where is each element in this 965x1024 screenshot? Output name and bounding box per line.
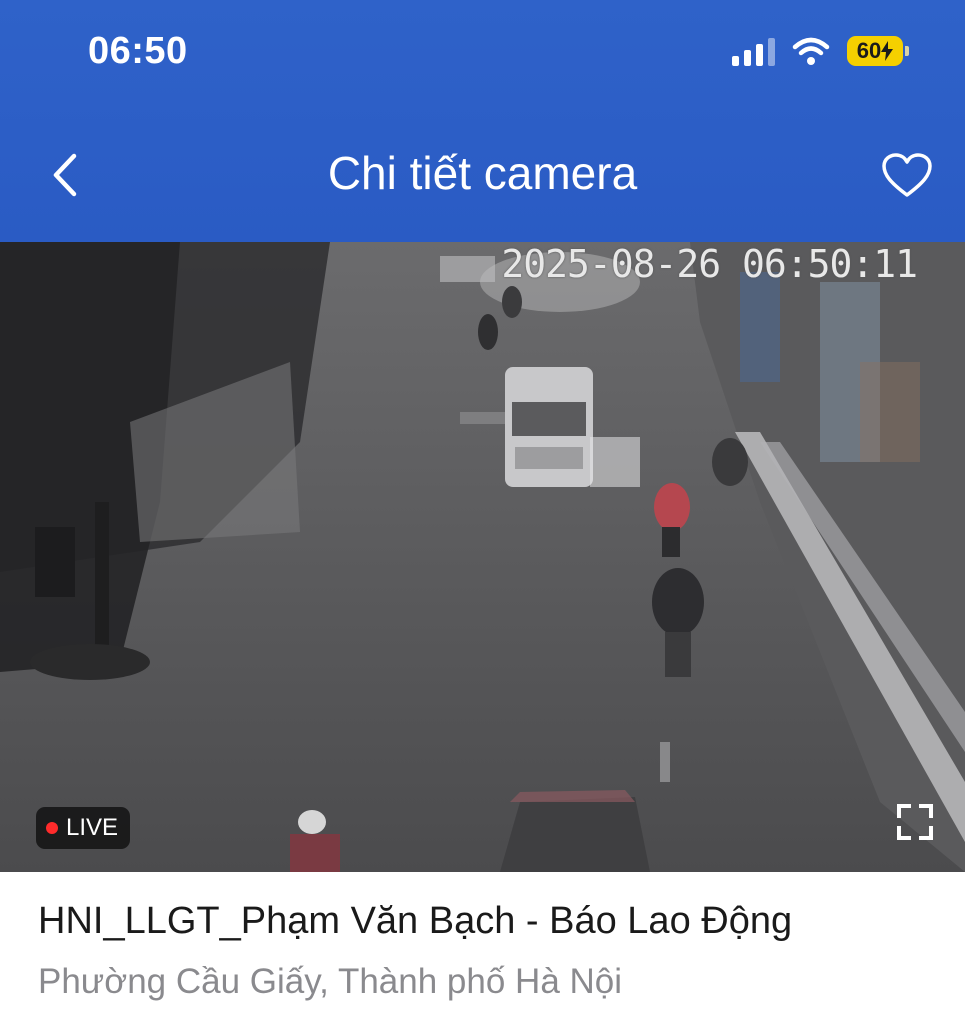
cellular-signal-icon: [732, 36, 775, 66]
status-time: 06:50: [88, 30, 188, 72]
chevron-left-icon: [53, 153, 77, 197]
fullscreen-button[interactable]: [895, 802, 935, 842]
camera-location: Phường Cầu Giấy, Thành phố Hà Nội: [38, 962, 623, 1001]
charging-bolt-icon: [881, 41, 894, 61]
video-timestamp: 2025-08-26 06:50:11: [501, 242, 918, 286]
favorite-button[interactable]: [879, 150, 935, 202]
camera-frame-image: [0, 242, 965, 872]
camera-video-feed[interactable]: 2025-08-26 06:50:11 LIVE: [0, 242, 965, 872]
live-dot-icon: [46, 822, 58, 834]
wifi-icon: [792, 37, 830, 65]
page-title: Chi tiết camera: [327, 147, 638, 199]
back-button[interactable]: [40, 148, 90, 202]
battery-level: 60: [856, 38, 882, 63]
camera-name: HNI_LLGT_Phạm Văn Bạch - Báo Lao Động: [38, 900, 793, 942]
fullscreen-icon: [897, 804, 933, 840]
live-label: LIVE: [66, 814, 119, 841]
battery-icon: 60: [847, 36, 909, 66]
live-badge: LIVE: [36, 807, 131, 849]
status-icons: 60: [732, 36, 909, 66]
heart-icon: [882, 153, 932, 197]
app-header: 06:50 60 Chi tiết camera: [0, 0, 965, 242]
